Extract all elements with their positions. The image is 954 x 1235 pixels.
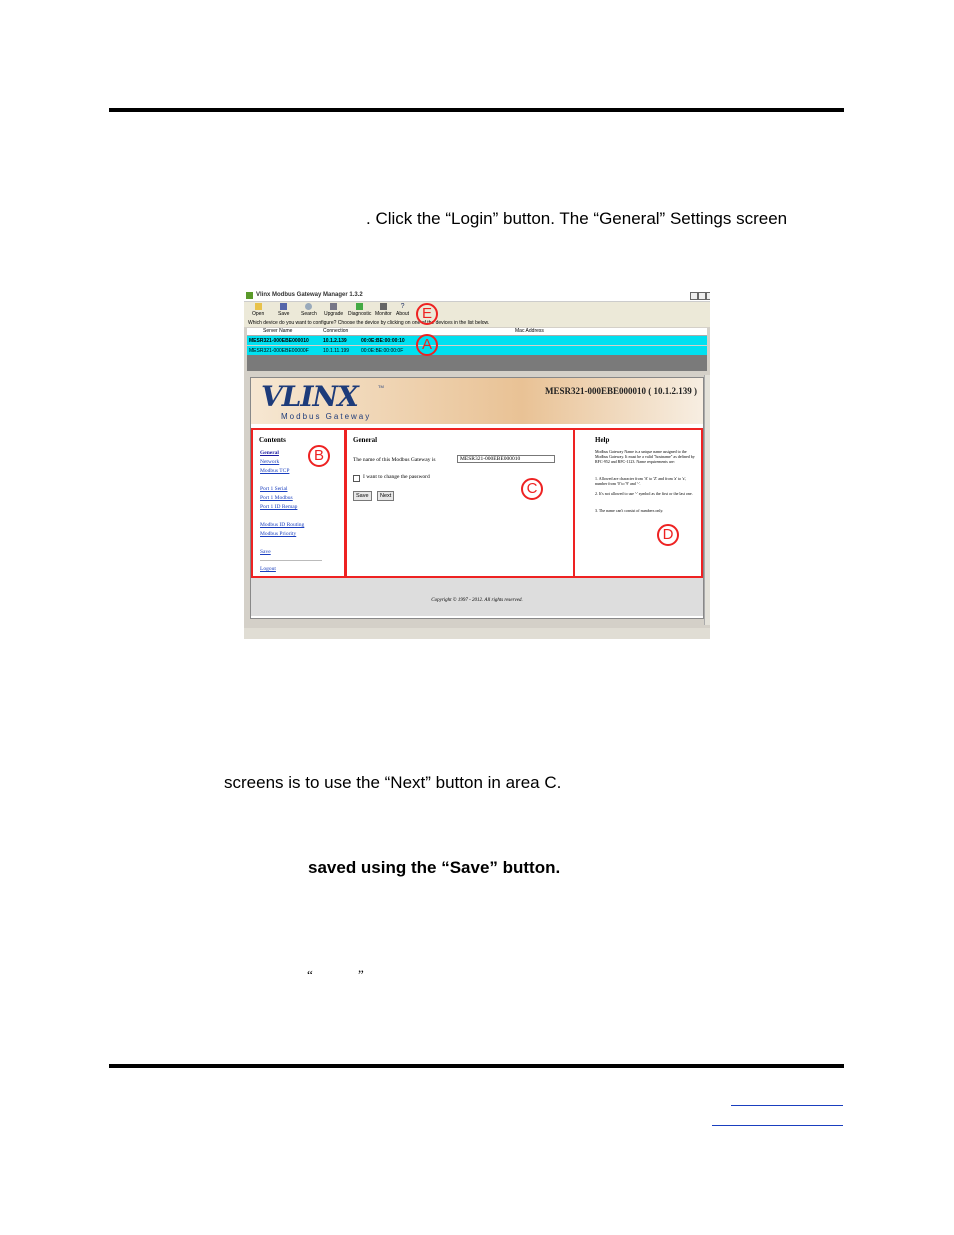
save-button[interactable]: Save bbox=[353, 491, 372, 501]
annotation-d: D bbox=[657, 524, 679, 546]
search-icon bbox=[305, 303, 313, 310]
column-connection[interactable]: Connection bbox=[323, 328, 348, 334]
disk-icon bbox=[280, 303, 288, 310]
device-name: MESR321-000EBE00000F bbox=[249, 348, 309, 354]
nav-port1-serial[interactable]: Port 1 Serial bbox=[260, 486, 288, 492]
contents-title: Contents bbox=[259, 436, 286, 444]
upgrade-button[interactable]: Upgrade bbox=[324, 303, 343, 317]
window-title: Vlinx Modbus Gateway Manager 1.3.2 bbox=[256, 292, 363, 298]
device-row[interactable]: MESR321-000EBE000010 10.1.2.139 00:0E:BE… bbox=[247, 336, 707, 345]
bottom-rule bbox=[109, 1064, 844, 1068]
logo-tm: TM bbox=[378, 384, 384, 389]
app-icon bbox=[246, 292, 253, 299]
help-intro: Modbus Gateway Name is a unique name ass… bbox=[595, 449, 695, 464]
instruction-line-2: screens is to use the “Next” button in a… bbox=[224, 773, 562, 792]
help-panel: Help Modbus Gateway Name is a unique nam… bbox=[573, 428, 703, 578]
device-row[interactable]: MESR321-000EBE00000F 10.1.11.199 00:0E:B… bbox=[247, 346, 707, 355]
device-mac: 00:0E:BE:00:00:0F bbox=[361, 348, 404, 354]
monitor-icon bbox=[379, 303, 387, 310]
folder-icon bbox=[254, 303, 262, 310]
save-tool-button[interactable]: Save bbox=[278, 303, 289, 317]
maximize-button[interactable] bbox=[698, 292, 706, 300]
general-title: General bbox=[353, 436, 378, 444]
device-list-header: Server Name Connection Mac Address bbox=[247, 328, 707, 336]
nav-modbus-tcp[interactable]: Modbus TCP bbox=[260, 468, 289, 474]
name-label: The name of this Modbus Gateway is bbox=[353, 457, 436, 463]
device-title: MESR321-000EBE000010 ( 10.1.2.139 ) bbox=[544, 386, 697, 396]
change-password-label: I want to change the password bbox=[363, 474, 430, 480]
about-button[interactable]: ? About bbox=[396, 303, 409, 317]
top-rule bbox=[109, 108, 844, 112]
nav-logout[interactable]: Logout bbox=[260, 566, 276, 572]
nav-save[interactable]: Save bbox=[260, 549, 271, 555]
nav-network[interactable]: Network bbox=[260, 459, 279, 465]
annotation-e: E bbox=[416, 303, 438, 325]
help-rule-2: 2. It's not allowed to use '-' symbol as… bbox=[595, 491, 693, 496]
monitor-button[interactable]: Monitor bbox=[375, 303, 392, 317]
open-button[interactable]: Open bbox=[252, 303, 264, 317]
column-mac-address[interactable]: Mac Address bbox=[515, 328, 544, 334]
horizontal-scrollbar[interactable] bbox=[244, 628, 710, 639]
search-button[interactable]: Search bbox=[301, 303, 317, 317]
nav-port1-modbus[interactable]: Port 1 Modbus bbox=[260, 495, 293, 501]
help-icon: ? bbox=[400, 303, 405, 310]
quote-close: ” bbox=[358, 967, 364, 982]
minimize-button[interactable] bbox=[690, 292, 698, 300]
help-title: Help bbox=[595, 436, 610, 444]
vlinx-logo: VLINX bbox=[261, 380, 359, 413]
annotation-a: A bbox=[416, 334, 438, 356]
column-server-name[interactable]: Server Name bbox=[263, 328, 292, 334]
list-empty-area bbox=[247, 355, 707, 371]
nav-general[interactable]: General bbox=[260, 450, 279, 456]
device-connection: 10.1.2.139 bbox=[323, 338, 347, 344]
logo-subtitle: Modbus Gateway bbox=[281, 412, 372, 421]
page-footer: Copyright © 1997 - 2012. All rights rese… bbox=[251, 578, 703, 616]
instruction-line-3: saved using the “Save” button. bbox=[308, 858, 561, 877]
device-name: MESR321-000EBE000010 bbox=[249, 338, 309, 344]
banner: VLINX TM Modbus Gateway MESR321-000EBE00… bbox=[251, 378, 703, 424]
vertical-scrollbar[interactable] bbox=[704, 375, 710, 625]
nav-port1-id-remap[interactable]: Port 1 ID Remap bbox=[260, 504, 297, 510]
nav-modbus-id-routing[interactable]: Modbus ID Routing bbox=[260, 522, 304, 528]
annotation-c: C bbox=[521, 478, 543, 500]
change-password-checkbox[interactable] bbox=[353, 475, 360, 482]
contents-panel: Contents General Network Modbus TCP Port… bbox=[251, 428, 346, 578]
footer-link-underline[interactable] bbox=[712, 1125, 843, 1126]
gateway-manager-screenshot: Vlinx Modbus Gateway Manager 1.3.2 Open … bbox=[244, 291, 710, 639]
footer-link-underline[interactable] bbox=[731, 1105, 843, 1106]
copyright: Copyright © 1997 - 2012. All rights rese… bbox=[431, 598, 523, 603]
nav-divider bbox=[260, 560, 322, 561]
gateway-name-input[interactable]: MESR321-000EBE000010 bbox=[457, 455, 555, 463]
upgrade-icon bbox=[330, 303, 338, 310]
quote-open: “ bbox=[307, 967, 313, 982]
general-panel: General The name of this Modbus Gateway … bbox=[345, 428, 575, 578]
diagnostic-button[interactable]: Diagnostic bbox=[348, 303, 371, 317]
device-instruction: Which device do you want to configure? C… bbox=[244, 320, 710, 327]
diagnostic-icon bbox=[356, 303, 364, 310]
next-button[interactable]: Next bbox=[377, 491, 395, 501]
help-rule-3: 3. The name can't consist of numbers onl… bbox=[595, 508, 664, 513]
close-button[interactable] bbox=[706, 292, 710, 300]
web-config-page: VLINX TM Modbus Gateway MESR321-000EBE00… bbox=[250, 377, 704, 619]
instruction-line-1: . Click the “Login” button. The “General… bbox=[366, 209, 788, 228]
toolbar: Open Save Search Upgrade Diagnostic Moni… bbox=[244, 302, 710, 320]
nav-modbus-priority[interactable]: Modbus Priority bbox=[260, 531, 296, 537]
annotation-b: B bbox=[308, 445, 330, 467]
help-rule-1: 1. Allowed are character from 'A' to 'Z'… bbox=[595, 476, 687, 486]
window-titlebar: Vlinx Modbus Gateway Manager 1.3.2 bbox=[244, 291, 710, 302]
device-connection: 10.1.11.199 bbox=[323, 348, 350, 354]
device-mac: 00:0E:BE:00:00:10 bbox=[361, 338, 405, 344]
